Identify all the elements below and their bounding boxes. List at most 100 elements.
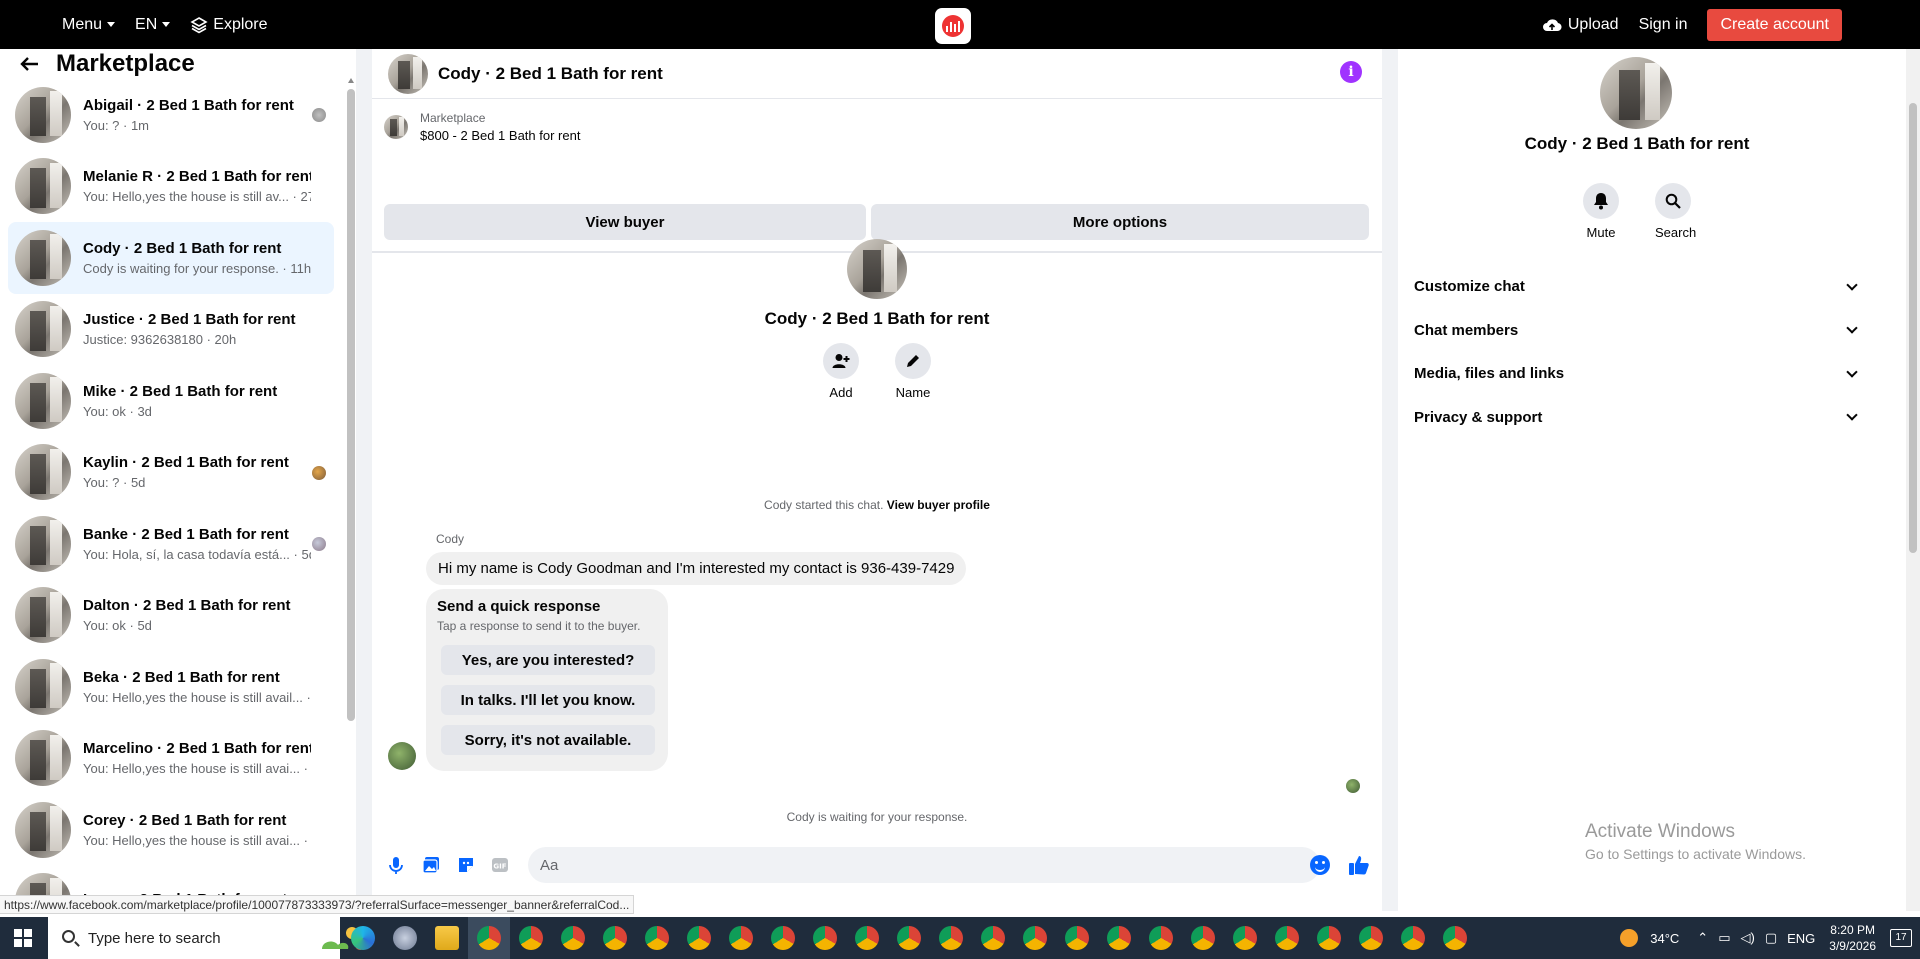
taskbar-chrome-icon[interactable] bbox=[1224, 917, 1266, 959]
network-icon[interactable]: ▭ bbox=[1718, 930, 1730, 946]
page-scrollbar[interactable] bbox=[1906, 49, 1920, 911]
taskbar-chrome-icon[interactable] bbox=[846, 917, 888, 959]
chat-avatar[interactable] bbox=[388, 53, 428, 94]
quick-response-button[interactable]: In talks. I'll let you know. bbox=[441, 685, 655, 715]
incoming-message[interactable]: Hi my name is Cody Goodman and I'm inter… bbox=[426, 552, 967, 585]
sidebar-scrollbar[interactable] bbox=[346, 49, 356, 911]
taskbar-chrome-icon[interactable] bbox=[762, 917, 804, 959]
taskbar-chrome-icon[interactable] bbox=[804, 917, 846, 959]
taskbar-file-explorer-icon[interactable] bbox=[426, 917, 468, 959]
sticker-icon[interactable] bbox=[456, 855, 476, 875]
taskbar-chrome-icon[interactable] bbox=[552, 917, 594, 959]
taskbar-search[interactable]: Type here to search bbox=[48, 917, 365, 959]
chat-title[interactable]: Cody · 2 Bed 1 Bath for rent bbox=[438, 64, 663, 84]
clock[interactable]: 8:20 PM 3/9/2026 bbox=[1829, 922, 1876, 954]
quick-response-button[interactable]: Sorry, it's not available. bbox=[441, 725, 655, 755]
upload-button[interactable]: Upload bbox=[1542, 16, 1619, 34]
conversation-item[interactable]: Banke · 2 Bed 1 Bath for rent You: Hola, … bbox=[8, 508, 334, 580]
listing-row[interactable]: Marketplace $800 - 2 Bed 1 Bath for rent bbox=[384, 111, 580, 143]
listing-avatar bbox=[15, 229, 71, 286]
taskbar-chrome-icon[interactable] bbox=[1392, 917, 1434, 959]
conversation-item[interactable]: Beka · 2 Bed 1 Bath for rent You: Hello,y… bbox=[8, 651, 334, 723]
conversation-item[interactable]: Mike · 2 Bed 1 Bath for rent You: ok · 3d bbox=[8, 365, 334, 437]
taskbar-edge-icon[interactable] bbox=[342, 917, 384, 959]
taskbar-chrome-icon[interactable] bbox=[1434, 917, 1476, 959]
section-media-files-links[interactable]: Media, files and links bbox=[1414, 352, 1860, 396]
input-language[interactable]: ENG bbox=[1787, 931, 1815, 946]
search-button[interactable]: Search bbox=[1655, 183, 1696, 240]
message-input[interactable] bbox=[528, 847, 1320, 883]
language-dropdown[interactable]: EN bbox=[135, 16, 171, 34]
site-logo[interactable] bbox=[935, 8, 971, 44]
quick-response-button[interactable]: Yes, are you interested? bbox=[441, 645, 655, 675]
microphone-icon[interactable] bbox=[386, 855, 406, 875]
taskbar-chrome-icon[interactable] bbox=[1140, 917, 1182, 959]
mute-button[interactable]: Mute bbox=[1583, 183, 1619, 240]
taskbar-chrome-icon[interactable] bbox=[1098, 917, 1140, 959]
taskbar-chrome-icon[interactable] bbox=[1266, 917, 1308, 959]
conversation-item[interactable]: Dalton · 2 Bed 1 Bath for rent You: ok · … bbox=[8, 580, 334, 652]
explore-link[interactable]: Explore bbox=[190, 16, 268, 34]
taskbar-chrome-icon[interactable] bbox=[636, 917, 678, 959]
conversation-item[interactable]: Justice · 2 Bed 1 Bath for rent Justice: … bbox=[8, 294, 334, 366]
temperature[interactable]: 34°C bbox=[1650, 931, 1679, 946]
sidebar-scroll-thumb[interactable] bbox=[347, 89, 355, 721]
marketplace-label: Marketplace bbox=[420, 111, 486, 125]
thread-avatar bbox=[847, 239, 907, 299]
notifications-icon[interactable]: 17 bbox=[1890, 929, 1912, 947]
taskbar-app-icon[interactable] bbox=[384, 917, 426, 959]
section-label: Chat members bbox=[1414, 321, 1519, 339]
conversation-item[interactable]: Kaylin · 2 Bed 1 Bath for rent You: ? · 5… bbox=[8, 437, 334, 509]
back-arrow-icon[interactable] bbox=[20, 56, 40, 72]
taskbar-chrome-icon[interactable] bbox=[930, 917, 972, 959]
taskbar-chrome-icon[interactable] bbox=[468, 917, 510, 959]
more-options-button[interactable]: More options bbox=[871, 204, 1369, 240]
add-label: Add bbox=[829, 385, 853, 400]
view-buyer-profile-link[interactable]: View buyer profile bbox=[887, 498, 990, 512]
volume-icon[interactable]: ◁) bbox=[1740, 930, 1754, 946]
conversation-item[interactable]: Melanie R · 2 Bed 1 Bath for rent You: He… bbox=[8, 151, 334, 223]
section-customize-chat[interactable]: Customize chat bbox=[1414, 265, 1860, 309]
add-person-button[interactable]: Add bbox=[823, 343, 859, 400]
taskbar-chrome-icon[interactable] bbox=[972, 917, 1014, 959]
listing-avatar bbox=[15, 86, 71, 143]
taskbar-chrome-icon[interactable] bbox=[1014, 917, 1056, 959]
seen-avatar-icon bbox=[312, 465, 326, 480]
create-account-button[interactable]: Create account bbox=[1707, 8, 1842, 41]
menu-dropdown[interactable]: Menu bbox=[62, 15, 116, 34]
photo-icon[interactable] bbox=[421, 855, 441, 875]
thumbs-up-icon[interactable] bbox=[1348, 854, 1370, 876]
taskbar-chrome-icon[interactable] bbox=[720, 917, 762, 959]
emoji-icon[interactable] bbox=[1310, 855, 1330, 875]
listing-avatar bbox=[15, 158, 71, 215]
conversation-item[interactable]: Marcelino · 2 Bed 1 Bath for rent You: He… bbox=[8, 723, 334, 795]
info-icon[interactable]: i bbox=[1340, 61, 1362, 83]
buyer-avatar[interactable] bbox=[388, 742, 416, 770]
page-scroll-thumb[interactable] bbox=[1909, 103, 1917, 553]
scroll-up-icon[interactable] bbox=[348, 78, 354, 83]
taskbar-chrome-icon[interactable] bbox=[1056, 917, 1098, 959]
taskbar-chrome-icon[interactable] bbox=[888, 917, 930, 959]
name-chat-button[interactable]: Name bbox=[895, 343, 931, 400]
sign-in-link[interactable]: Sign in bbox=[1639, 16, 1688, 34]
taskbar-chrome-icon[interactable] bbox=[594, 917, 636, 959]
weather-sun-icon[interactable] bbox=[1620, 929, 1639, 947]
chevron-up-icon[interactable]: ⌃ bbox=[1697, 930, 1708, 946]
conversation-item[interactable]: Corey · 2 Bed 1 Bath for rent You: Hello,… bbox=[8, 794, 334, 866]
conversation-item-active[interactable]: Cody · 2 Bed 1 Bath for rent Cody is wait… bbox=[8, 222, 334, 294]
conversation-item[interactable]: Abigail · 2 Bed 1 Bath for rent You: ? · … bbox=[8, 79, 334, 151]
conversation-preview: You: Hello,yes the house is still avai..… bbox=[83, 761, 311, 777]
display-icon[interactable]: ▢ bbox=[1765, 930, 1777, 946]
section-chat-members[interactable]: Chat members bbox=[1414, 309, 1860, 353]
section-privacy-support[interactable]: Privacy & support bbox=[1414, 396, 1860, 440]
gif-icon[interactable]: GIF bbox=[490, 855, 510, 875]
taskbar-chrome-icon[interactable] bbox=[678, 917, 720, 959]
taskbar-chrome-icon[interactable] bbox=[510, 917, 552, 959]
taskbar-chrome-icon[interactable] bbox=[1182, 917, 1224, 959]
windows-start-icon[interactable] bbox=[14, 929, 32, 947]
view-buyer-button[interactable]: View buyer bbox=[384, 204, 866, 240]
message-composer: GIF bbox=[372, 847, 1382, 883]
taskbar-chrome-icon[interactable] bbox=[1308, 917, 1350, 959]
taskbar-chrome-icon[interactable] bbox=[1350, 917, 1392, 959]
menu-label: Menu bbox=[62, 15, 103, 33]
